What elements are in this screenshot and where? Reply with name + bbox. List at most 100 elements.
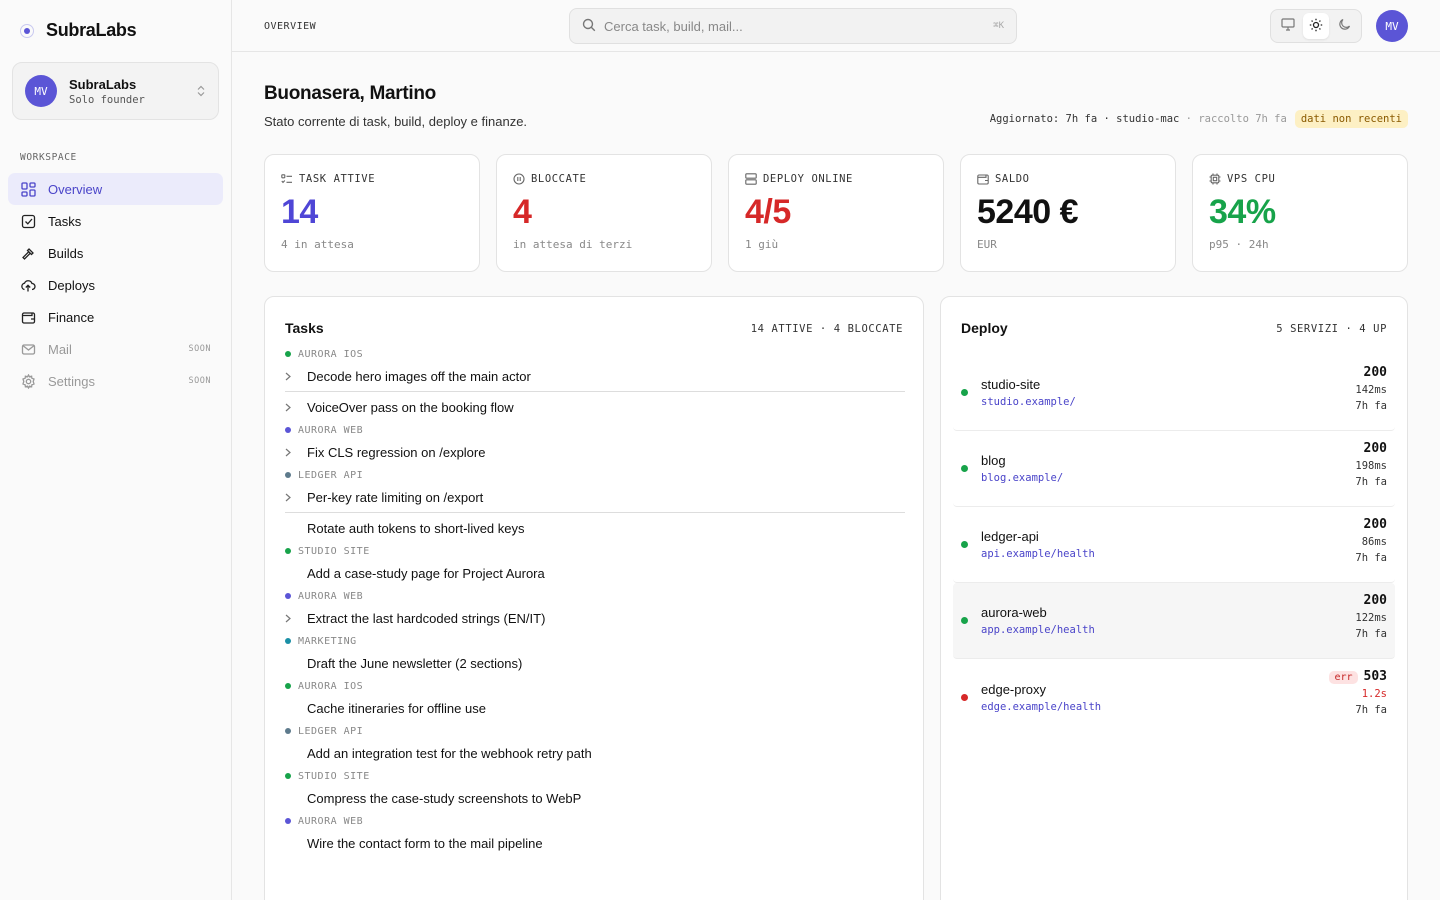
status-dot — [285, 472, 291, 478]
status-dot — [285, 773, 291, 779]
task-title: Add a case-study page for Project Aurora — [307, 566, 545, 581]
status-dot — [285, 638, 291, 644]
status-dot — [961, 541, 968, 548]
user-avatar[interactable]: MV — [1376, 10, 1408, 42]
service-list: studio-site studio.example/ 200 142ms 7h… — [953, 355, 1395, 735]
sidebar-item-builds[interactable]: Builds — [8, 237, 223, 269]
service-row[interactable]: studio-site studio.example/ 200 142ms 7h… — [953, 355, 1395, 431]
cpu-icon — [1209, 173, 1221, 185]
chevron-right-icon[interactable] — [285, 448, 307, 457]
checked-ago: 7h fa — [1355, 704, 1387, 716]
search-shortcut: ⌘K — [993, 21, 1004, 31]
task-row[interactable]: Cache itineraries for offline use — [285, 693, 905, 724]
service-name: aurora-web — [981, 605, 1047, 620]
theme-light-button[interactable] — [1303, 13, 1329, 39]
task-row[interactable]: Decode hero images off the main actor — [285, 361, 905, 392]
kpi-card-vps-cpu[interactable]: VPS CPU 34% p95 · 24h — [1192, 154, 1408, 272]
theme-dark-button[interactable] — [1331, 13, 1357, 39]
sidebar-item-label: Settings — [48, 373, 95, 389]
chevron-right-icon[interactable] — [285, 493, 307, 502]
latency: 142ms — [1355, 384, 1387, 396]
chevron-updown-icon — [196, 85, 206, 98]
sidebar-item-finance[interactable]: Finance — [8, 301, 223, 333]
kpi-card-deploy-online[interactable]: DEPLOY ONLINE 4/5 1 giù — [728, 154, 944, 272]
workspace-avatar: MV — [25, 75, 57, 107]
search-icon — [582, 18, 596, 35]
sidebar-item-settings[interactable]: Settings SOON — [8, 365, 223, 397]
sidebar: SubraLabs MV SubraLabs Solo founder WORK… — [0, 0, 232, 900]
task-row[interactable]: Extract the last hardcoded strings (EN/I… — [285, 603, 905, 634]
chevron-right-icon[interactable] — [285, 614, 307, 623]
task-group-label: AURORA WEB — [285, 814, 905, 828]
task-list: AURORA IOS Decode hero images off the ma… — [285, 347, 905, 859]
status-dot — [285, 728, 291, 734]
service-url[interactable]: blog.example/ — [981, 472, 1063, 484]
sidebar-item-overview[interactable]: Overview — [8, 173, 223, 205]
sidebar-item-deploys[interactable]: Deploys — [8, 269, 223, 301]
kpi-card-balance[interactable]: SALDO 5240 € EUR — [960, 154, 1176, 272]
service-url[interactable]: api.example/health — [981, 548, 1095, 560]
pause-circle-icon — [513, 173, 525, 185]
status-dot — [961, 693, 968, 701]
task-group-label: AURORA WEB — [285, 589, 905, 603]
sidebar-item-mail[interactable]: Mail SOON — [8, 333, 223, 365]
theme-toggle — [1270, 9, 1362, 43]
mail-icon — [20, 341, 36, 357]
task-row[interactable]: Add a case-study page for Project Aurora — [285, 558, 905, 589]
task-group-label: AURORA WEB — [285, 423, 905, 437]
deploy-panel: Deploy 5 SERVIZI · 4 UP studio-site stud… — [940, 296, 1408, 900]
theme-system-button[interactable] — [1275, 13, 1301, 39]
service-name: ledger-api — [981, 529, 1039, 544]
search-box[interactable]: ⌘K — [569, 8, 1017, 44]
service-name: edge-proxy — [981, 681, 1047, 697]
kpi-card-blocked[interactable]: BLOCCATE 4 in attesa di terzi — [496, 154, 712, 272]
service-url[interactable]: edge.example/health — [981, 701, 1101, 713]
status-code: 200 — [1363, 517, 1387, 532]
kpi-label: DEPLOY ONLINE — [763, 173, 853, 185]
sidebar-item-label: Mail — [48, 341, 72, 357]
status-dot — [285, 818, 291, 824]
cloud-upload-icon — [20, 277, 36, 293]
sidebar-item-tasks[interactable]: Tasks — [8, 205, 223, 237]
workspace-role: Solo founder — [69, 93, 145, 106]
task-group-label: LEDGER API — [285, 468, 905, 482]
service-name: blog — [981, 453, 1006, 468]
kpi-sub: EUR — [977, 238, 997, 251]
brand[interactable]: SubraLabs — [20, 20, 137, 41]
service-url[interactable]: studio.example/ — [981, 396, 1076, 408]
task-row[interactable]: Add an integration test for the webhook … — [285, 738, 905, 769]
task-row[interactable]: Compress the case-study screenshots to W… — [285, 783, 905, 814]
deploy-meta: 5 SERVIZI · 4 UP — [1276, 323, 1387, 335]
service-row[interactable]: blog blog.example/ 200 198ms 7h fa — [953, 431, 1395, 507]
task-row[interactable]: Rotate auth tokens to short-lived keys — [285, 513, 905, 544]
service-url[interactable]: app.example/health — [981, 624, 1095, 636]
sidebar-item-label: Finance — [48, 309, 95, 325]
kpi-card-active-tasks[interactable]: TASK ATTIVE 14 4 in attesa — [264, 154, 480, 272]
task-row[interactable]: Draft the June newsletter (2 sections) — [285, 648, 905, 679]
soon-badge: SOON — [188, 376, 211, 386]
latency: 198ms — [1355, 460, 1387, 472]
service-row[interactable]: ledger-api api.example/health 200 86ms 7… — [953, 507, 1395, 583]
logo-icon — [20, 23, 34, 38]
task-title: Extract the last hardcoded strings (EN/I… — [307, 611, 546, 626]
brand-name: SubraLabs — [46, 20, 137, 40]
task-row[interactable]: Per-key rate limiting on /export — [285, 482, 905, 513]
grid-icon — [20, 181, 36, 197]
topbar: OVERVIEW ⌘K MV — [232, 0, 1440, 52]
main-content: Buonasera, Martino Stato corrente di tas… — [264, 52, 1408, 900]
service-row[interactable]: edge-proxy edge.example/health err 503 1.… — [953, 659, 1395, 735]
kpi-value: 4/5 — [745, 193, 791, 231]
status-code: 200 — [1363, 593, 1387, 608]
chevron-right-icon[interactable] — [285, 403, 307, 412]
task-group-label: AURORA IOS — [285, 347, 905, 361]
deploy-title: Deploy — [961, 320, 1008, 336]
chevron-right-icon[interactable] — [285, 372, 307, 381]
task-row[interactable]: Fix CLS regression on /explore — [285, 437, 905, 468]
workspace-switcher[interactable]: MV SubraLabs Solo founder — [12, 62, 219, 120]
task-row[interactable]: VoiceOver pass on the booking flow — [285, 392, 905, 423]
search-input[interactable] — [604, 18, 994, 34]
task-row[interactable]: Wire the contact form to the mail pipeli… — [285, 828, 905, 859]
task-group-label: AURORA IOS — [285, 679, 905, 693]
task-title: Fix CLS regression on /explore — [307, 445, 486, 460]
service-row[interactable]: aurora-web app.example/health 200 122ms … — [953, 583, 1395, 659]
